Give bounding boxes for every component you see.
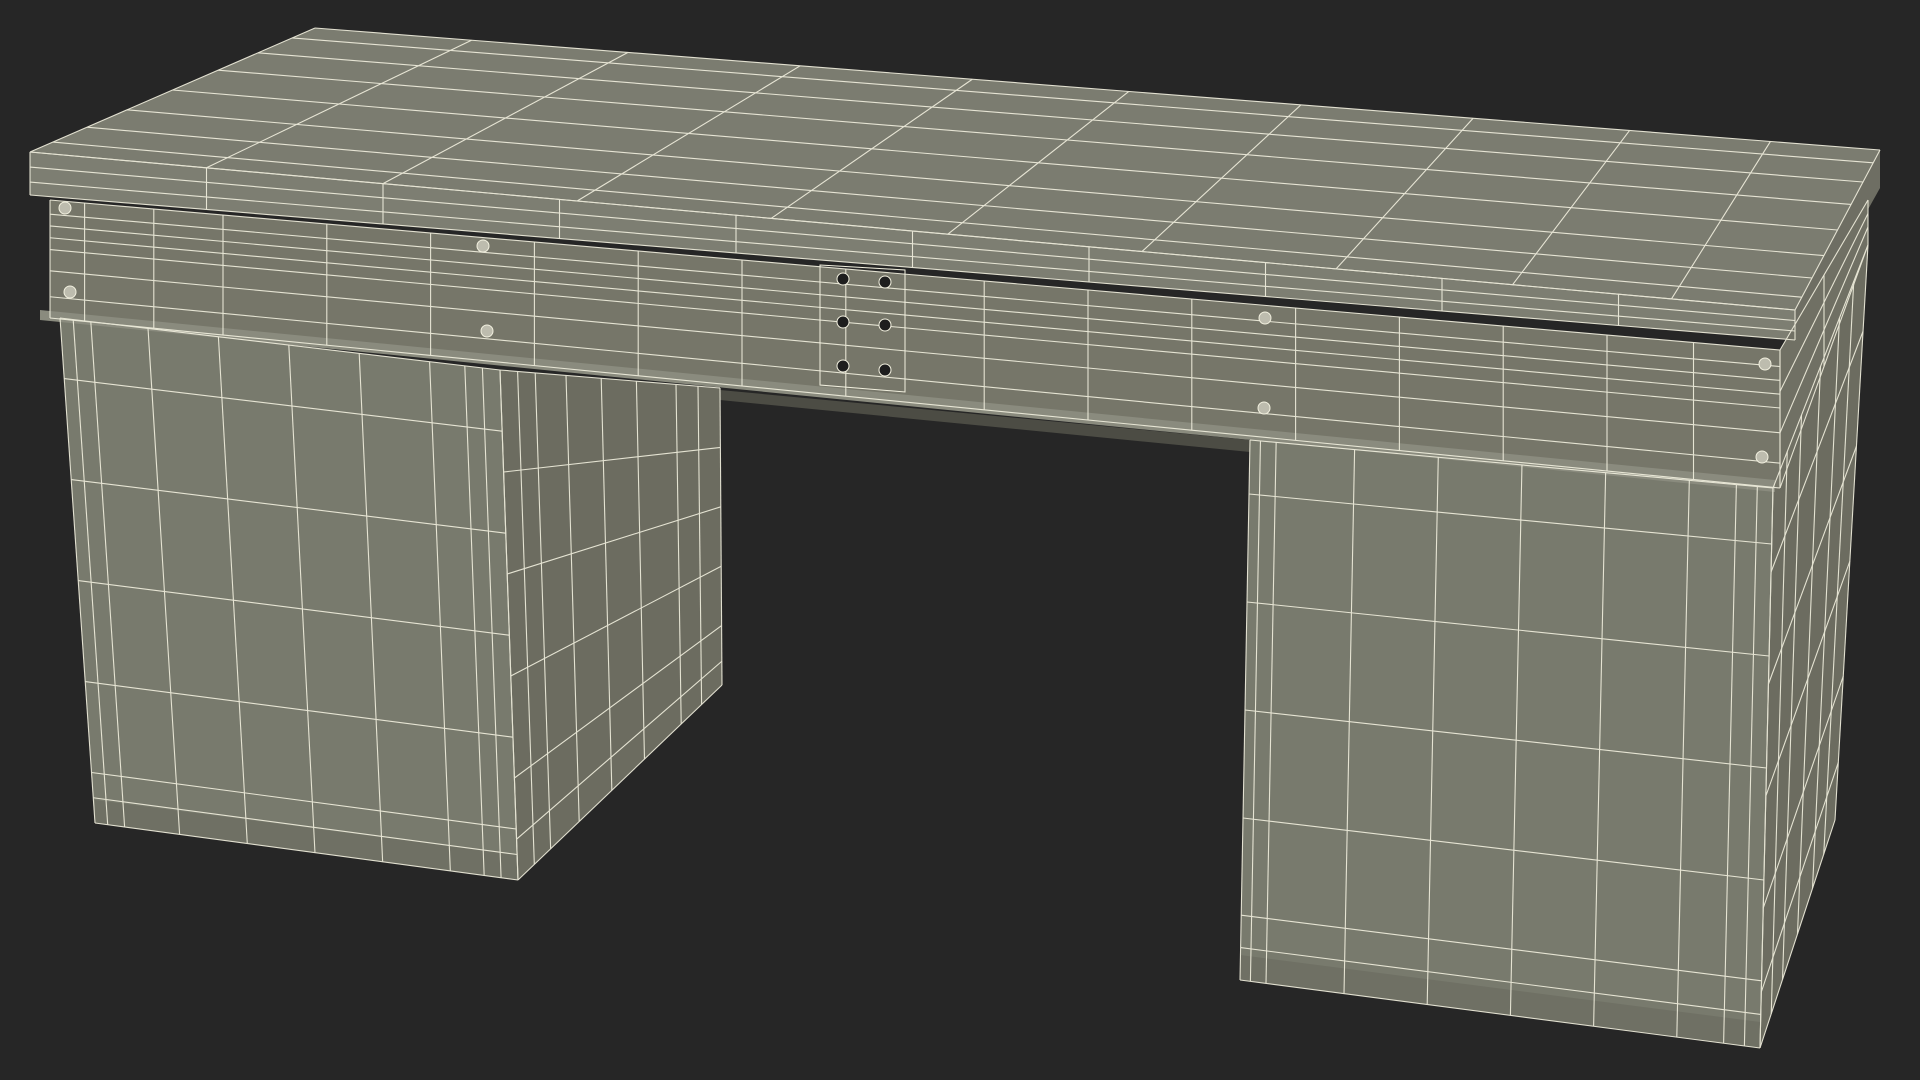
screw-icon (58, 201, 72, 215)
handle-hole-icon (878, 363, 892, 377)
desk-wireframe-render (0, 0, 1920, 1080)
screw-icon (1755, 450, 1769, 464)
handle-hole-icon (836, 359, 850, 373)
screw-icon (476, 239, 490, 253)
screw-icon (63, 285, 77, 299)
handle-hole-icon (878, 318, 892, 332)
render-viewport (0, 0, 1920, 1080)
screw-icon (1258, 311, 1272, 325)
screw-icon (480, 324, 494, 338)
screw-icon (1758, 357, 1772, 371)
right-pedestal-front-face (1240, 440, 1773, 1048)
handle-hole-icon (836, 315, 850, 329)
handle-hole-icon (836, 272, 850, 286)
screw-icon (1257, 401, 1271, 415)
left-pedestal-front-face (60, 318, 518, 880)
handle-hole-icon (878, 275, 892, 289)
